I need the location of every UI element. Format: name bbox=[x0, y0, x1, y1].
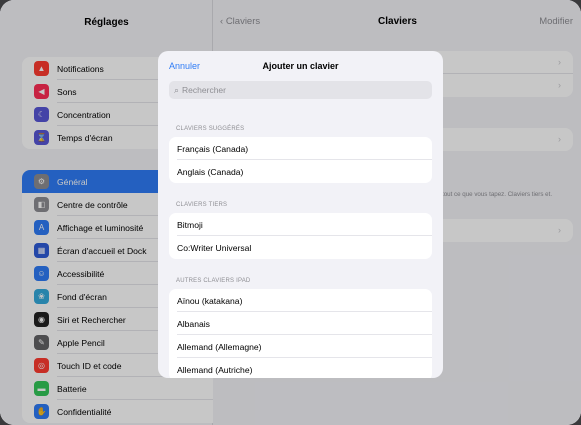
add-keyboard-modal: Annuler Ajouter un clavier ⌕ CLAVIERS SU… bbox=[158, 51, 443, 378]
keyboard-option[interactable]: Allemand (Autriche) bbox=[169, 358, 432, 378]
third-party-keyboards-group: Bitmoji Co:Writer Universal bbox=[169, 213, 432, 259]
keyboard-option[interactable]: Bitmoji bbox=[169, 213, 432, 236]
keyboard-option[interactable]: Français (Canada) bbox=[169, 137, 432, 160]
section-header-other: AUTRES CLAVIERS IPAD bbox=[176, 278, 251, 284]
search-field[interactable]: ⌕ bbox=[169, 81, 432, 99]
section-header-third-party: CLAVIERS TIERS bbox=[176, 202, 228, 208]
keyboard-option[interactable]: Anglais (Canada) bbox=[169, 160, 432, 183]
modal-title: Ajouter un clavier bbox=[262, 61, 339, 71]
ipad-screen: Réglages ▲ Notifications ◀ Sons ☾ Concen… bbox=[0, 0, 581, 425]
other-keyboards-group: Aïnou (katakana) Albanais Allemand (Alle… bbox=[169, 289, 432, 378]
keyboard-option[interactable]: Aïnou (katakana) bbox=[169, 289, 432, 312]
search-icon: ⌕ bbox=[174, 84, 180, 95]
keyboard-option[interactable]: Albanais bbox=[169, 312, 432, 335]
keyboard-option[interactable]: Allemand (Allemagne) bbox=[169, 335, 432, 358]
keyboard-option[interactable]: Co:Writer Universal bbox=[169, 236, 432, 259]
section-header-suggested: CLAVIERS SUGGÉRÉS bbox=[176, 126, 245, 132]
search-input[interactable] bbox=[182, 85, 413, 95]
suggested-keyboards-group: Français (Canada) Anglais (Canada) bbox=[169, 137, 432, 183]
